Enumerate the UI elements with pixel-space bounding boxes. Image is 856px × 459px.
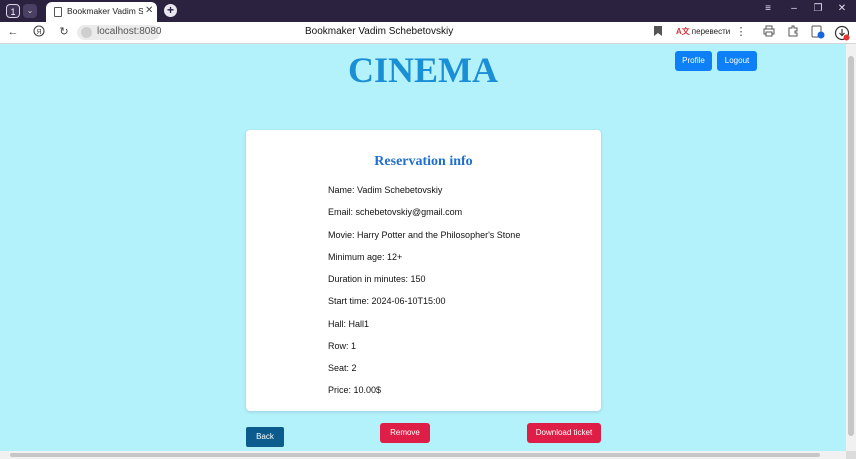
site-info-icon[interactable] <box>81 27 92 38</box>
info-price: Price: 10.00$ <box>328 385 382 395</box>
info-minimum-age: Minimum age: 12+ <box>328 252 403 262</box>
tab-counter[interactable]: 1 <box>6 4 20 18</box>
info-hall: Hall: Hall1 <box>328 319 370 329</box>
download-icon[interactable] <box>834 25 850 41</box>
info-email: Email: schebetovskiy@gmail.com <box>328 207 463 217</box>
yandex-icon[interactable]: Я <box>32 25 46 39</box>
extensions-icon[interactable] <box>786 25 800 39</box>
tab-title: Bookmaker Vadim Sche <box>67 6 143 16</box>
back-arrow-icon[interactable]: ← <box>6 25 20 39</box>
reservation-title: Reservation info <box>374 154 473 169</box>
svg-text:Я: Я <box>36 29 41 36</box>
menu-icon[interactable]: ≡ <box>760 3 776 14</box>
printer-icon[interactable] <box>762 25 776 39</box>
minimize-button[interactable]: – <box>786 3 802 14</box>
info-seat: Seat: 2 <box>328 363 357 373</box>
shield-check-icon[interactable] <box>811 25 825 39</box>
vertical-scroll-thumb[interactable] <box>848 56 854 436</box>
browser-tab-strip: 1 ⌄ Bookmaker Vadim Sche ✕ + ≡ – ❐ ✕ <box>0 0 856 22</box>
translate-icon: A文 <box>676 27 690 36</box>
page-title: Bookmaker Vadim Schebetovskiy <box>305 26 454 37</box>
info-start-time: Start time: 2024-06-10T15:00 <box>328 296 446 306</box>
horizontal-scrollbar[interactable] <box>0 451 846 459</box>
restore-button[interactable]: ❐ <box>810 3 826 14</box>
download-ticket-button[interactable]: Download ticket <box>527 423 601 443</box>
scrollbar-corner <box>846 451 856 459</box>
page-viewport: CINEMA Profile Logout Reservation info N… <box>0 44 846 451</box>
url-text: localhost:8080 <box>97 26 162 37</box>
vertical-scrollbar[interactable] <box>846 44 856 451</box>
browser-toolbar: ← Я ↻ localhost:8080 Bookmaker Vadim Sch… <box>0 22 856 44</box>
new-tab-button[interactable]: + <box>164 4 177 17</box>
info-duration: Duration in minutes: 150 <box>328 274 426 284</box>
reservation-card: Reservation info Name: Vadim Schebetovsk… <box>246 130 601 411</box>
horizontal-scroll-thumb[interactable] <box>10 453 820 457</box>
browser-tab[interactable]: Bookmaker Vadim Sche ✕ <box>46 2 157 22</box>
remove-button[interactable]: Remove <box>380 423 430 443</box>
info-row: Row: 1 <box>328 341 357 351</box>
close-window-button[interactable]: ✕ <box>834 3 850 14</box>
back-button[interactable]: Back <box>246 427 284 447</box>
logout-button[interactable]: Logout <box>717 51 757 71</box>
more-vertical-icon[interactable]: ⋮ <box>734 25 748 39</box>
profile-button[interactable]: Profile <box>675 51 712 71</box>
address-bar[interactable]: localhost:8080 <box>77 25 162 40</box>
reload-icon[interactable]: ↻ <box>57 25 71 39</box>
translate-label: перевести <box>691 27 731 36</box>
bookmark-icon[interactable] <box>651 25 665 39</box>
info-movie: Movie: Harry Potter and the Philosopher'… <box>328 230 521 240</box>
translate-button[interactable]: A文 перевести <box>676 24 732 40</box>
tab-close-icon[interactable]: ✕ <box>145 5 153 16</box>
tab-list-chevron-icon[interactable]: ⌄ <box>23 4 37 18</box>
page-favicon-icon <box>54 7 62 17</box>
info-name: Name: Vadim Schebetovskiy <box>328 185 443 195</box>
